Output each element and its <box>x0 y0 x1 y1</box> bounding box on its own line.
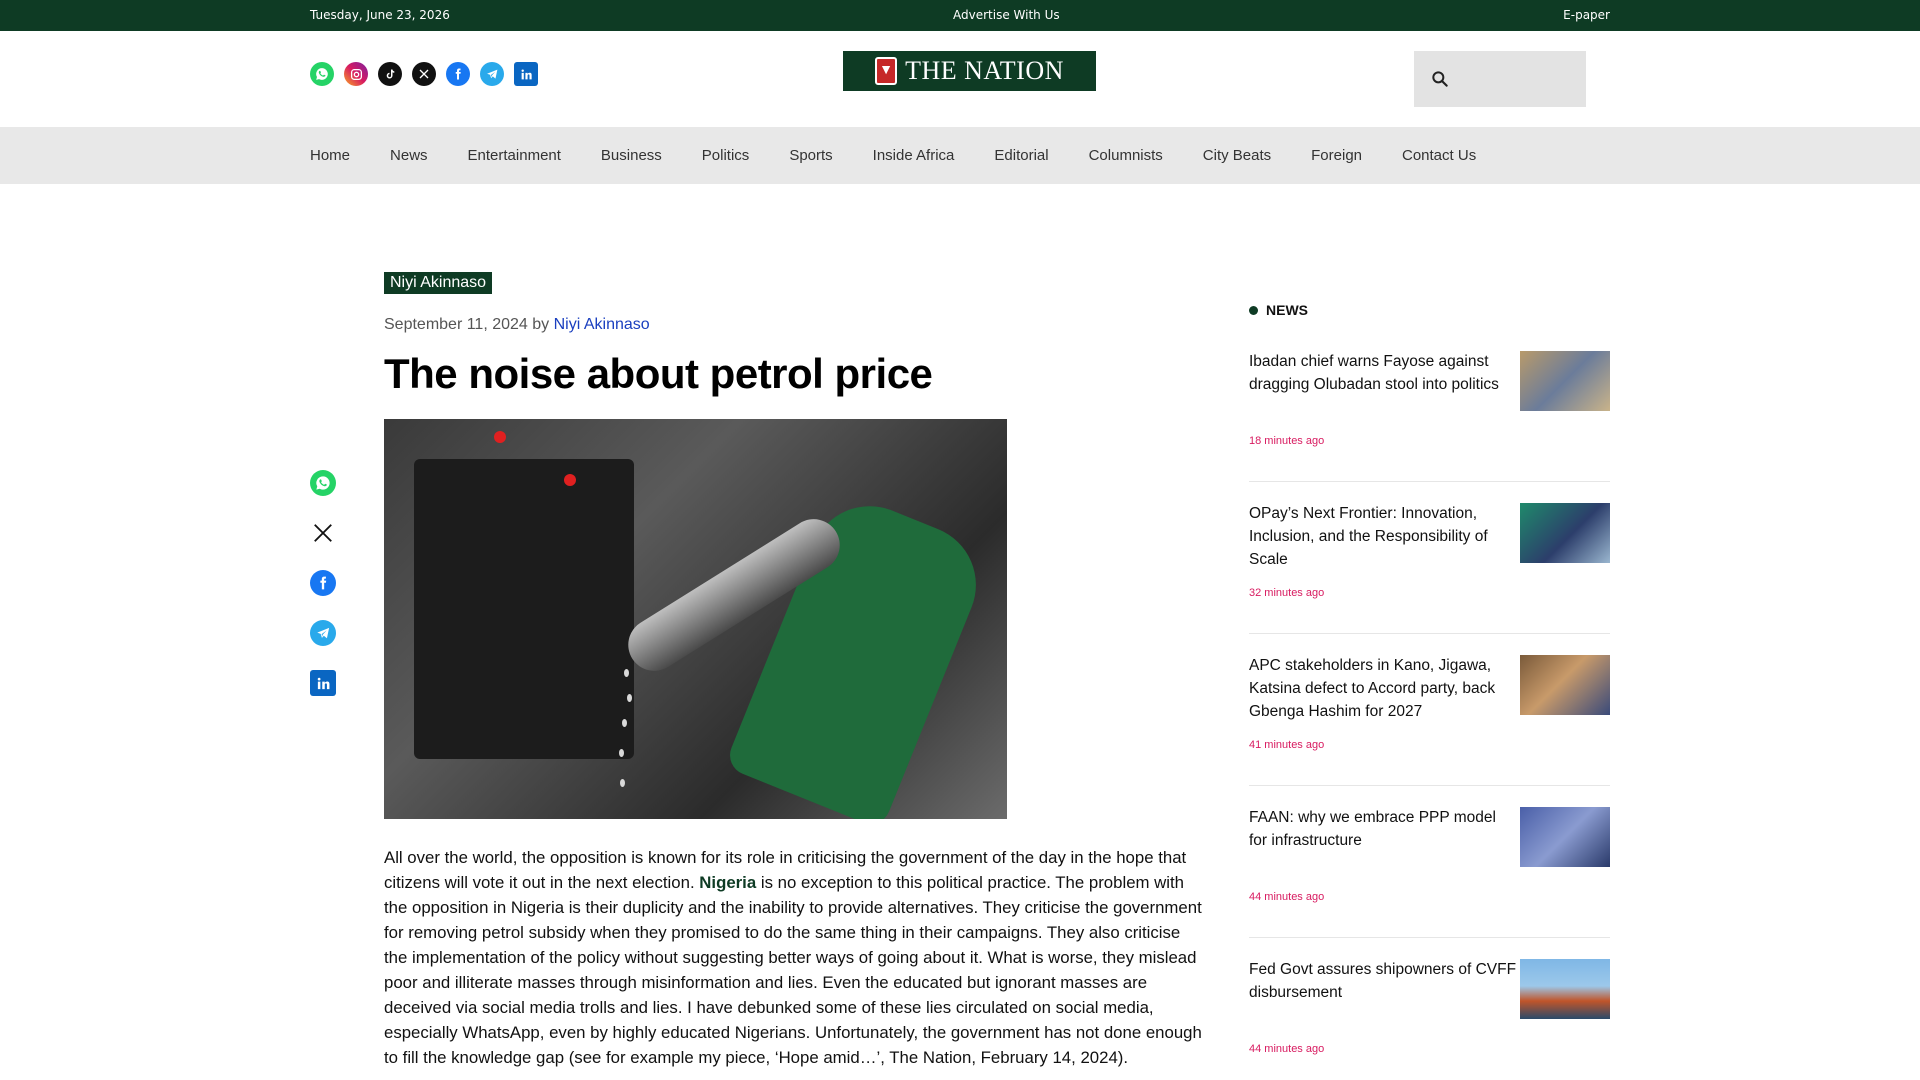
news-list: Ibadan chief warns Fayose against draggi… <box>1249 350 1610 1080</box>
news-title[interactable]: OPay’s Next Frontier: Innovation, Inclus… <box>1249 502 1517 571</box>
bullet-icon <box>1249 305 1258 315</box>
news-thumbnail[interactable] <box>1520 959 1610 1019</box>
fuel-drop <box>627 694 632 702</box>
news-title[interactable]: APC stakeholders in Kano, Jigawa, Katsin… <box>1249 654 1517 723</box>
whatsapp-icon[interactable] <box>310 62 334 86</box>
news-thumbnail[interactable] <box>1520 351 1610 411</box>
nav-item-politics[interactable]: Politics <box>702 147 750 164</box>
advertise-link[interactable]: Advertise With Us <box>953 8 1060 22</box>
nav-item-entertainment[interactable]: Entertainment <box>468 147 561 164</box>
article-body: All over the world, the opposition is kn… <box>384 845 1204 1070</box>
fuel-drop <box>620 779 625 787</box>
nav-item-home[interactable]: Home <box>310 147 350 164</box>
news-time: 41 minutes ago <box>1249 739 1325 751</box>
article-title: The noise about petrol price <box>384 350 933 397</box>
article-meta: September 11, 2024 by Niyi Akinnaso <box>384 316 650 334</box>
by-label: by <box>532 316 550 333</box>
nav-item-business[interactable]: Business <box>601 147 662 164</box>
body-text-part: is no exception to this political practi… <box>384 873 1202 1067</box>
nav-item-contact-us[interactable]: Contact Us <box>1402 147 1476 164</box>
news-thumbnail[interactable] <box>1520 503 1610 563</box>
news-time: 44 minutes ago <box>1249 891 1325 903</box>
site-logo[interactable]: ▼ THE NATION <box>843 51 1096 91</box>
telegram-icon[interactable] <box>310 620 336 646</box>
telegram-icon[interactable] <box>480 62 504 86</box>
news-thumbnail[interactable] <box>1520 655 1610 715</box>
nav-item-news[interactable]: News <box>390 147 428 164</box>
pump-light <box>564 474 576 486</box>
news-title[interactable]: Fed Govt assures shipowners of CVFF disb… <box>1249 958 1517 1004</box>
fuel-drop <box>622 719 627 727</box>
linkedin-icon[interactable] <box>310 670 336 696</box>
news-time: 32 minutes ago <box>1249 587 1325 599</box>
current-date: Tuesday, June 23, 2026 <box>310 8 450 22</box>
nav-item-inside-africa[interactable]: Inside Africa <box>873 147 955 164</box>
fuel-drop <box>619 749 624 757</box>
article-date: September 11, 2024 <box>384 316 528 333</box>
sidebar-heading-label: NEWS <box>1266 302 1308 318</box>
nav-item-foreign[interactable]: Foreign <box>1311 147 1362 164</box>
fuel-pump-shape <box>414 459 634 759</box>
x-icon[interactable] <box>412 62 436 86</box>
nav-item-city-beats[interactable]: City Beats <box>1203 147 1271 164</box>
author-link[interactable]: Niyi Akinnaso <box>554 316 650 333</box>
list-item[interactable]: OPay’s Next Frontier: Innovation, Inclus… <box>1249 502 1610 634</box>
list-item[interactable]: Fed Govt assures shipowners of CVFF disb… <box>1249 958 1610 1080</box>
nigeria-link[interactable]: Nigeria <box>699 873 756 892</box>
top-bar: Tuesday, June 23, 2026 Advertise With Us… <box>0 0 1920 31</box>
news-time: 44 minutes ago <box>1249 1043 1325 1055</box>
x-icon[interactable] <box>310 520 336 546</box>
tiktok-icon[interactable] <box>378 62 402 86</box>
nav-item-columnists[interactable]: Columnists <box>1089 147 1163 164</box>
nozzle-handle-shape <box>723 488 995 819</box>
site-header: ▼ THE NATION <box>0 31 1920 127</box>
category-tag[interactable]: Niyi Akinnaso <box>384 272 493 294</box>
nav-item-editorial[interactable]: Editorial <box>994 147 1048 164</box>
news-time: 18 minutes ago <box>1249 435 1325 447</box>
article-hero-image <box>384 419 1007 819</box>
facebook-icon[interactable] <box>446 62 470 86</box>
news-title[interactable]: Ibadan chief warns Fayose against draggi… <box>1249 350 1517 396</box>
facebook-icon[interactable] <box>310 570 336 596</box>
sidebar-heading: NEWS <box>1249 302 1308 318</box>
share-bar <box>310 470 336 720</box>
instagram-icon[interactable] <box>344 62 368 86</box>
epaper-link[interactable]: E-paper <box>1563 8 1610 22</box>
social-links <box>310 62 538 86</box>
news-title[interactable]: FAAN: why we embrace PPP model for infra… <box>1249 806 1517 852</box>
list-item[interactable]: FAAN: why we embrace PPP model for infra… <box>1249 806 1610 938</box>
linkedin-icon[interactable] <box>514 62 538 86</box>
pump-light <box>494 431 506 443</box>
news-thumbnail[interactable] <box>1520 807 1610 867</box>
whatsapp-icon[interactable] <box>310 470 336 496</box>
search-box[interactable] <box>1414 51 1586 107</box>
search-icon[interactable] <box>1430 69 1450 89</box>
fuel-drop <box>624 669 629 677</box>
main-nav: Home News Entertainment Business Politic… <box>0 127 1920 184</box>
logo-text: THE NATION <box>905 56 1064 85</box>
list-item[interactable]: Ibadan chief warns Fayose against draggi… <box>1249 350 1610 482</box>
list-item[interactable]: APC stakeholders in Kano, Jigawa, Katsin… <box>1249 654 1610 786</box>
nav-item-sports[interactable]: Sports <box>789 147 832 164</box>
logo-crest-icon: ▼ <box>875 57 898 85</box>
